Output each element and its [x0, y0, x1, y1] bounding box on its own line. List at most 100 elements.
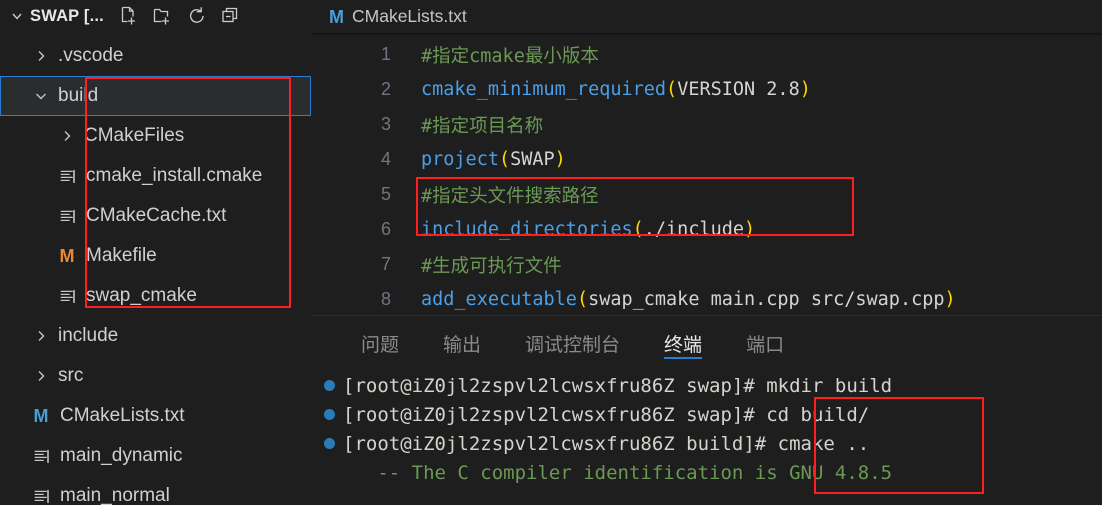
terminal-line: [root@iZ0jl2zspvl2lcwsxfru86Z swap]# cd … — [319, 400, 1102, 429]
editor-scroll-shadow — [311, 33, 1102, 36]
file-m-icon: M — [33, 406, 49, 426]
command-status-bullet-icon — [319, 409, 339, 420]
code-line: 6 include_directories(./include) — [311, 212, 1102, 247]
code-content: add_executable(swap_cmake main.cpp src/s… — [397, 289, 956, 310]
code-token: #指定项目名称 — [421, 115, 544, 137]
code-line: 4 project(SWAP) — [311, 142, 1102, 177]
tree-item-label: build — [58, 85, 99, 106]
code-line: 5 #指定头文件搜索路径 — [311, 177, 1102, 212]
tree-item-label: main_dynamic — [60, 445, 183, 466]
chevron-right-icon[interactable] — [30, 45, 52, 67]
line-number: 4 — [380, 149, 391, 169]
file-lines-icon — [56, 205, 78, 227]
tree-item-label: cmake_install.cmake — [86, 165, 263, 186]
code-content: #指定头文件搜索路径 — [397, 182, 599, 208]
code-token: project — [421, 149, 499, 170]
chevron-right-icon[interactable] — [56, 125, 78, 147]
panel-tab-输出[interactable]: 输出 — [421, 316, 503, 371]
tree-item-cmakefiles[interactable]: CMakeFiles — [0, 116, 311, 156]
code-token: ( — [666, 79, 678, 100]
tree-item-cmake-install-cmake[interactable]: cmake_install.cmake — [0, 156, 311, 196]
tree-item-main-dynamic[interactable]: main_dynamic — [0, 436, 311, 476]
tree-item-cmakecache-txt[interactable]: CMakeCache.txt — [0, 196, 311, 236]
tree-item-src[interactable]: src — [0, 356, 311, 396]
chevron-down-icon[interactable] — [30, 85, 52, 107]
panel-tab-问题[interactable]: 问题 — [339, 316, 421, 371]
line-number: 7 — [380, 254, 391, 274]
code-content: include_directories(./include) — [397, 219, 755, 240]
chevron-right-icon[interactable] — [30, 325, 52, 347]
code-token: SWAP — [510, 149, 555, 170]
code-token: cmake_minimum_required — [421, 79, 667, 100]
tree-item-label: Makefile — [86, 245, 157, 266]
chevron-down-icon[interactable] — [8, 7, 26, 25]
panel-tab-terminal[interactable]: 终端 — [642, 316, 724, 371]
terminal-line: [root@iZ0jl2zspvl2lcwsxfru86Z swap]# mkd… — [319, 371, 1102, 400]
code-line: 8 add_executable(swap_cmake main.cpp src/… — [311, 282, 1102, 315]
code-token: #指定cmake最小版本 — [421, 45, 599, 67]
tree-item-include[interactable]: include — [0, 316, 311, 356]
bottom-panel: 问题 输出 调试控制台 终端 端口 [root@iZ0jl2zspvl2lcwsxfru… — [311, 315, 1102, 505]
code-token: ) — [944, 289, 956, 310]
tab-cmakelists[interactable]: M CMakeLists.txt — [329, 0, 477, 33]
terminal-line: -- The C compiler identification is GNU … — [319, 458, 1102, 487]
code-content: project(SWAP) — [397, 149, 566, 170]
code-token: #指定头文件搜索路径 — [421, 185, 599, 207]
tree-item-build[interactable]: build — [0, 76, 311, 116]
code-content: cmake_minimum_required(VERSION 2.8) — [397, 79, 811, 100]
file-tree: .vscode build CMakeFiles cmake_install.cmak… — [0, 32, 311, 505]
tree-item-cmakelists-txt[interactable]: M CMakeLists.txt — [0, 396, 311, 436]
code-token: ) — [744, 219, 756, 240]
code-line: 1 #指定cmake最小版本 — [311, 37, 1102, 72]
terminal-line: [root@iZ0jl2zspvl2lcwsxfru86Z build]# cm… — [319, 429, 1102, 458]
code-editor[interactable]: 1 #指定cmake最小版本 2 cmake_minimum_required(VER… — [311, 33, 1102, 315]
tab-label: CMakeLists.txt — [352, 6, 467, 26]
code-token: swap_cmake main.cpp src/swap.cpp — [588, 289, 945, 310]
panel-tab-调试控制台[interactable]: 调试控制台 — [503, 316, 642, 371]
file-lines-icon — [30, 485, 52, 505]
tree-item-makefile[interactable]: M Makefile — [0, 236, 311, 276]
new-folder-icon[interactable] — [152, 5, 174, 27]
panel-tab-端口[interactable]: 端口 — [724, 316, 806, 371]
command-status-bullet-icon — [319, 438, 339, 449]
refresh-icon[interactable] — [186, 5, 208, 27]
line-number: 3 — [380, 114, 391, 134]
code-token: ) — [554, 149, 566, 170]
terminal-prompt: [root@iZ0jl2zspvl2lcwsxfru86Z swap]# mkd… — [343, 374, 893, 397]
line-number: 2 — [380, 79, 391, 99]
tree-item-label: CMakeLists.txt — [60, 405, 185, 426]
code-token: ) — [799, 79, 811, 100]
panel-tabs: 问题 输出 调试控制台 终端 端口 — [311, 316, 1102, 371]
code-token: add_executable — [421, 289, 577, 310]
file-m-icon: M — [329, 6, 344, 27]
tree-item-swap-cmake[interactable]: swap_cmake — [0, 276, 311, 316]
tree-item-label: src — [58, 365, 84, 386]
code-token: ( — [498, 149, 511, 170]
terminal-output[interactable]: [root@iZ0jl2zspvl2lcwsxfru86Z swap]# mkd… — [311, 371, 1102, 487]
file-lines-icon — [56, 285, 78, 307]
code-content: #指定项目名称 — [397, 112, 543, 138]
tree-item-label: .vscode — [58, 45, 124, 66]
tree-item-label: swap_cmake — [86, 285, 197, 306]
editor-area: M CMakeLists.txt 1 #指定cmake最小版本 2 cmake_min… — [311, 0, 1102, 505]
tree-item--vscode[interactable]: .vscode — [0, 36, 311, 76]
file-m-icon: M — [59, 246, 75, 266]
new-file-icon[interactable] — [118, 5, 140, 27]
tree-item-label: CMakeFiles — [84, 125, 185, 146]
line-number: 1 — [380, 44, 391, 64]
terminal-prompt: [root@iZ0jl2zspvl2lcwsxfru86Z build]# cm… — [343, 432, 870, 455]
code-token: #生成可执行文件 — [421, 255, 562, 277]
code-line: 2 cmake_minimum_required(VERSION 2.8) — [311, 72, 1102, 107]
explorer-header: SWAP [... — [0, 0, 311, 32]
tree-item-label: CMakeCache.txt — [86, 205, 227, 226]
collapse-all-icon[interactable] — [220, 5, 242, 27]
explorer-sidebar: SWAP [... .vscode build CMakeFiles cmake… — [0, 0, 311, 505]
chevron-right-icon[interactable] — [30, 365, 52, 387]
file-lines-icon — [30, 445, 52, 467]
tree-item-main-normal[interactable]: main_normal — [0, 476, 311, 505]
line-number: 6 — [380, 219, 391, 239]
code-content: #生成可执行文件 — [397, 252, 562, 278]
code-line: 3 #指定项目名称 — [311, 107, 1102, 142]
code-content: #指定cmake最小版本 — [397, 42, 599, 68]
code-token: ( — [576, 289, 589, 310]
